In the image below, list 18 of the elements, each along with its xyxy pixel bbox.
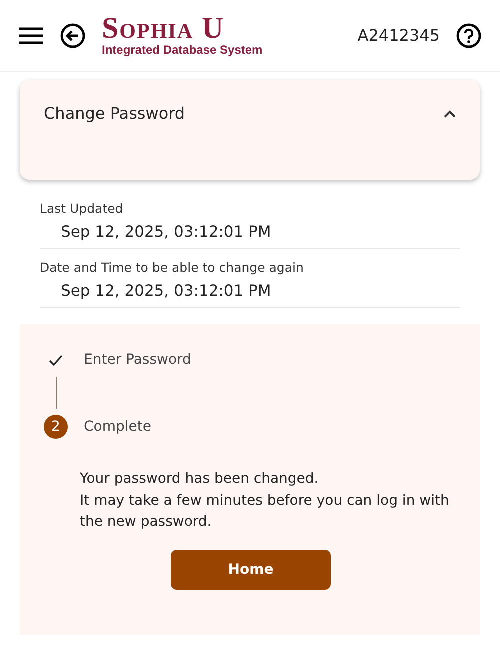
- message-text: Your password has been changed.: [80, 470, 320, 489]
- field-value: Sep 12, 2025, 03:12:01 PM: [40, 278, 460, 308]
- logo-subtitle: Integrated Database System: [102, 44, 263, 58]
- step-number: 2: [44, 415, 68, 439]
- back-icon[interactable]: [60, 22, 86, 48]
- logo-title: Sophia U: [102, 14, 226, 44]
- menu-icon[interactable]: [18, 26, 44, 46]
- panel-title: Change Password: [44, 103, 186, 125]
- step-label: Complete: [84, 418, 152, 436]
- field-label: Date and Time to be able to change again: [40, 259, 305, 277]
- message-text: It may take a few minutes before you can log in with the new password.: [80, 492, 450, 532]
- step-label: Enter Password: [84, 351, 192, 370]
- help-icon[interactable]: [456, 22, 482, 48]
- home-button[interactable]: Home: [171, 550, 331, 590]
- chevron-icon[interactable]: [444, 110, 456, 118]
- user-id: A2412345: [358, 24, 440, 46]
- field-label: Last Updated: [40, 200, 124, 218]
- field-value: Sep 12, 2025, 03:12:01 PM: [40, 218, 460, 249]
